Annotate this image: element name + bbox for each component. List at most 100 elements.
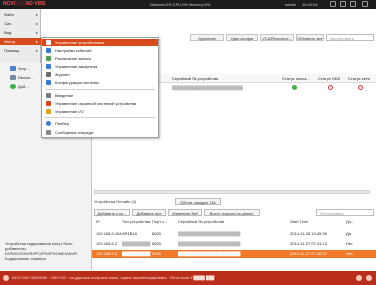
col-serial[interactable]: Серийный № устройства <box>178 218 224 226</box>
submenu-item-log[interactable]: Журнал <box>42 71 158 78</box>
tree-item-devices[interactable]: Устр... <box>10 65 30 72</box>
chevron-right-icon: ▸ <box>35 30 38 35</box>
row-type: AR1B18 <box>122 231 137 236</box>
table-row-selected[interactable]: 192.168.0.3 ██████████ 8000 ████████████… <box>92 250 376 258</box>
submenu-item-config[interactable]: Конфигурация системы <box>42 79 158 86</box>
status-bar: NCVI 000 000/0000 · 10K+/10 · на удалось… <box>0 271 376 285</box>
col-device-type[interactable]: Тип устройства <box>122 218 150 226</box>
delete-button[interactable]: Удаление <box>190 34 224 41</box>
col-extra[interactable]: До... <box>346 218 354 226</box>
col-hdd-status[interactable]: Статус HDD <box>318 76 340 81</box>
io-icon <box>46 109 51 114</box>
menu-label: Сис. <box>4 21 13 26</box>
submenu-item-player[interactable]: Плейер <box>42 120 158 127</box>
row-port: 8000 <box>152 241 161 246</box>
menu-label: Вид <box>4 30 12 35</box>
log-icon <box>46 72 51 77</box>
submenu-item-events[interactable]: Настройки событий <box>42 47 158 54</box>
row-serial: ██████████████████████ <box>178 241 241 246</box>
menu-help[interactable]: Помощь ▸ <box>0 47 41 54</box>
tree-label: Device... <box>18 75 34 80</box>
col-ip[interactable]: IP <box>96 218 100 226</box>
row-port: 8000 <box>152 251 161 256</box>
submenu-label: Введение <box>55 93 74 98</box>
event-icon <box>46 48 51 53</box>
row-serial: ██████████████████████ <box>178 231 241 236</box>
submenu-item-schedule[interactable]: Расписание записи <box>42 55 158 62</box>
row-extra: Нет <box>346 251 353 256</box>
menu-file[interactable]: Файл ▸ <box>0 11 41 18</box>
add-to-client-button[interactable]: Добавить к кл... <box>94 209 130 216</box>
refresh-all-button[interactable]: Обновить все <box>296 34 324 41</box>
chevron-right-icon: ▸ <box>35 48 38 53</box>
col-serial[interactable]: Серийный № устройства <box>172 76 218 81</box>
security-icon <box>46 101 51 106</box>
maximize-icon[interactable] <box>350 1 356 7</box>
menu-view[interactable]: Вид ▸ <box>0 29 41 36</box>
account-icon <box>46 64 51 69</box>
col-start-time[interactable]: Start Time <box>290 218 308 226</box>
submenu-divider <box>45 89 155 90</box>
main-menu: Файл ▸ Сис. ▸ Вид ▸ Инстр. ▸ Помощь ▸ <box>0 9 41 63</box>
row-type: ██████████ <box>122 251 151 256</box>
tree-item-add[interactable]: Доб... <box>10 83 29 90</box>
submenu-label: Управление устройствами <box>55 40 104 45</box>
row-extra: Да <box>346 231 351 236</box>
submenu-label: Настройки событий <box>55 48 92 53</box>
col-net-status[interactable]: Статус сети <box>348 76 370 81</box>
submenu-item-devices[interactable]: Управление устройствами <box>42 39 158 46</box>
table-row[interactable]: 192.168.0.164 AR1B18 8000 ██████████████… <box>92 230 376 238</box>
add-all-button[interactable]: Добавить все <box>132 209 166 216</box>
status-message: NCVI 000 000/0000 · 10K+/10 · на удалось… <box>12 275 215 280</box>
settings-icon[interactable] <box>366 275 372 281</box>
online-filter-input[interactable]: Фильтровать <box>316 209 374 216</box>
tree-label: Устр... <box>18 66 30 71</box>
tree-label: Доб... <box>18 84 29 89</box>
encoding-device-note: Устройства кодирования могут быть добавл… <box>5 241 78 261</box>
device-icon <box>10 75 16 80</box>
submenu-label: Конфигурация системы <box>55 80 99 85</box>
row-port: 8000 <box>152 231 161 236</box>
expand-icon[interactable] <box>356 275 362 281</box>
table-row[interactable]: 192.168.0.2 ██████████ 8000 ████████████… <box>92 240 376 248</box>
submenu-label: Журнал <box>55 72 70 77</box>
reset-password-button[interactable]: Восст. пароля по умолч. <box>204 209 260 216</box>
modify-net-button[interactable]: Изменить Net <box>168 209 202 216</box>
submenu-item-account[interactable]: Управление аккаунтом <box>42 63 158 70</box>
tools-submenu: Управление устройствами Настройки событи… <box>41 37 159 138</box>
refresh-interval-button[interactable]: Обнов. каждые 15с <box>175 198 221 205</box>
close-icon[interactable] <box>362 1 368 7</box>
col-port[interactable]: Порт к... <box>152 218 167 226</box>
row-start-time: 2014-11-27 07:41:13 <box>290 241 327 246</box>
schedule-icon <box>46 56 51 61</box>
alarm-icon[interactable] <box>3 275 9 281</box>
tree-item-device[interactable]: Device... <box>10 74 34 81</box>
device-table-scrollbar[interactable] <box>94 190 370 194</box>
lock-icon[interactable] <box>330 1 336 7</box>
submenu-label: Управление I/O <box>55 109 84 114</box>
add-icon <box>10 84 16 89</box>
chevron-right-icon: ▸ <box>35 21 38 26</box>
col-user-status[interactable]: Статус польз... <box>282 76 310 81</box>
submenu-item-security[interactable]: Управление охранной системой устройства <box>42 100 158 107</box>
row-extra: Нет <box>346 241 353 246</box>
net-status-error-icon <box>358 85 363 90</box>
device-filter-input[interactable]: Фильтровать <box>326 34 374 41</box>
queue-icon <box>46 130 51 135</box>
row-ip: 192.168.0.164 <box>96 231 122 236</box>
submenu-item-queue[interactable]: Сообщение очереди <box>42 129 158 136</box>
row-ip: 192.168.0.3 <box>96 251 118 256</box>
top-bar: NCVI░░░AD·VMS Network:0% CPU:0% Memory:0… <box>0 0 376 9</box>
minimize-icon[interactable] <box>340 1 346 7</box>
user-name[interactable]: admin <box>285 2 296 7</box>
vca-resource-button[interactable]: VCA/Resource... <box>260 34 294 41</box>
submenu-label: Расписание записи <box>55 56 91 61</box>
clock: 15:40:54 <box>302 2 318 7</box>
submenu-divider <box>45 117 155 118</box>
row-serial: █████████████████████████ <box>172 85 243 90</box>
menu-system[interactable]: Сис. ▸ <box>0 20 41 27</box>
menu-tools[interactable]: Инстр. ▸ <box>0 38 41 45</box>
submenu-item-intro[interactable]: Введение <box>42 92 158 99</box>
delete-config-button[interactable]: Удал.конфиг <box>226 34 258 41</box>
submenu-item-io[interactable]: Управление I/O <box>42 108 158 115</box>
